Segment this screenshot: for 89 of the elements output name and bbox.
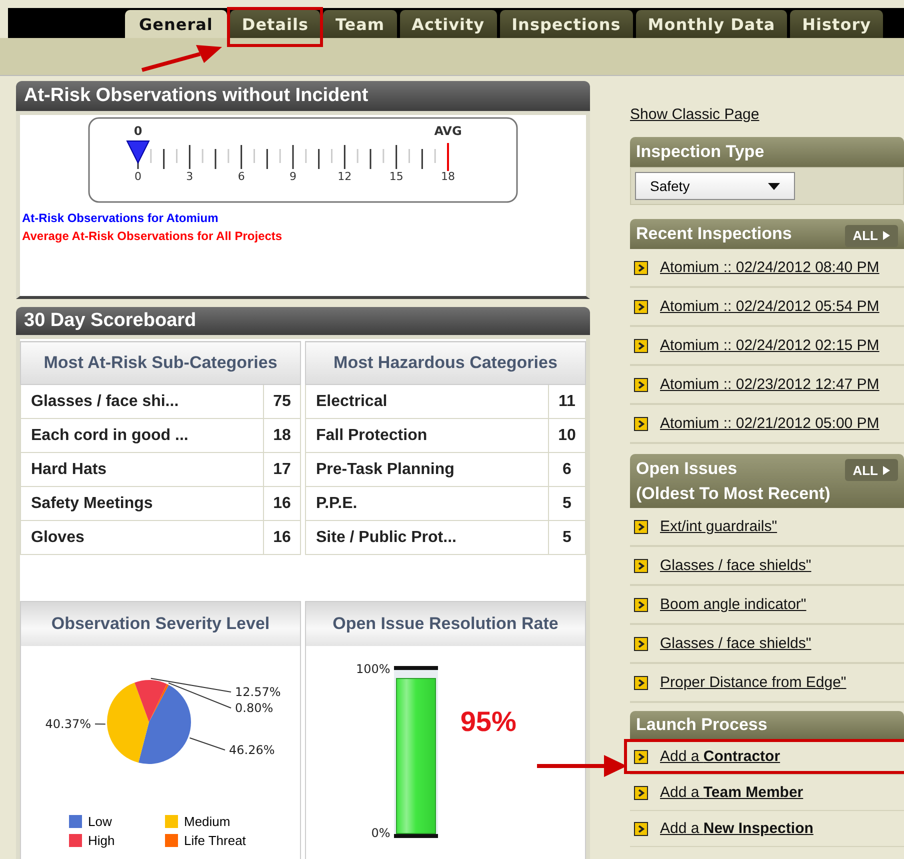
arrow-bullet-icon bbox=[634, 822, 648, 836]
scale-label: 0% bbox=[371, 826, 390, 840]
arrow-bullet-icon bbox=[634, 378, 648, 392]
table-cell: Gloves bbox=[20, 520, 264, 554]
table-cell: 5 bbox=[548, 486, 586, 520]
table-cell: Site / Public Prot... bbox=[306, 520, 548, 554]
tab[interactable]: General bbox=[125, 10, 227, 38]
caret-icon bbox=[768, 182, 780, 190]
launch-link[interactable]: Add a Team Member bbox=[660, 784, 804, 801]
table-cell: Safety Meetings bbox=[20, 486, 264, 520]
all-button[interactable]: ALL bbox=[844, 459, 898, 481]
table-cell: Glasses / face shi... bbox=[20, 384, 264, 418]
tab[interactable]: Activity bbox=[400, 10, 497, 38]
table-cell: 16 bbox=[264, 486, 300, 520]
launch-link[interactable]: Add a New Inspection bbox=[660, 820, 814, 837]
arrow-bullet-icon bbox=[634, 338, 648, 352]
inspection-link[interactable]: Atomium :: 02/21/2012 05:00 PM bbox=[660, 415, 880, 432]
section-subheader: (Oldest To Most Recent) bbox=[636, 483, 830, 505]
legend-label: High bbox=[88, 833, 115, 848]
arrow-bullet-icon bbox=[634, 416, 648, 430]
table-header: Most At-Risk Sub-Categories bbox=[20, 342, 300, 384]
table-header: Most Hazardous Categories bbox=[306, 342, 586, 384]
arrow-bullet-icon bbox=[634, 750, 648, 764]
play-icon bbox=[883, 231, 890, 240]
table-cell: 16 bbox=[264, 520, 300, 554]
section-header: Open Issues bbox=[636, 458, 738, 480]
table-cell: 17 bbox=[264, 452, 300, 486]
gauge-meter: 0 3 6 9 12 15 18 0 AVG bbox=[88, 117, 518, 203]
table-cell: 11 bbox=[548, 384, 586, 418]
tab[interactable]: History bbox=[790, 10, 884, 38]
legend-label: Low bbox=[88, 814, 112, 829]
scale-label: 100% bbox=[356, 662, 390, 676]
legend-label: Medium bbox=[184, 814, 230, 829]
table-cell: Each cord in good ... bbox=[20, 418, 264, 452]
issue-link[interactable]: Boom angle indicator" bbox=[660, 596, 806, 613]
arrow-bullet-icon bbox=[634, 520, 648, 534]
panel-header: At-Risk Observations without Incident bbox=[16, 81, 590, 111]
table-cell: Pre-Task Planning bbox=[306, 452, 548, 486]
legend-text: Average At-Risk Observations for All Projects bbox=[22, 228, 282, 245]
legend-text: At-Risk Observations for Atomium bbox=[22, 210, 218, 227]
tab[interactable]: Inspections bbox=[500, 10, 633, 38]
table-cell: 10 bbox=[548, 418, 586, 452]
table-cell: 6 bbox=[548, 452, 586, 486]
inspection-link[interactable]: Atomium :: 02/24/2012 05:54 PM bbox=[660, 298, 880, 315]
panel-header: 30 Day Scoreboard bbox=[16, 307, 590, 335]
data-label: 40.37% bbox=[45, 717, 91, 731]
section-header: Inspection Type bbox=[630, 137, 904, 167]
classic-page-link[interactable]: Show Classic Page bbox=[630, 106, 760, 123]
arrow-bullet-icon bbox=[634, 636, 648, 650]
launch-link[interactable]: Add a Contractor bbox=[660, 748, 780, 765]
section-header: Recent Inspections bbox=[636, 223, 792, 245]
inspection-link[interactable]: Atomium :: 02/23/2012 12:47 PM bbox=[660, 376, 880, 393]
table-cell: 18 bbox=[264, 418, 300, 452]
issue-link[interactable]: Glasses / face shields" bbox=[660, 557, 812, 574]
table-cell: P.P.E. bbox=[306, 486, 548, 520]
tab[interactable]: Team bbox=[323, 10, 397, 38]
marker-icon bbox=[126, 140, 150, 164]
inspection-link[interactable]: Atomium :: 02/24/2012 08:40 PM bbox=[660, 259, 880, 276]
leader-line bbox=[94, 724, 106, 725]
data-label: 0.80% bbox=[235, 701, 274, 715]
rate-value: 95% bbox=[460, 706, 516, 738]
data-label: 46.26% bbox=[229, 743, 275, 757]
tab[interactable]: Details bbox=[230, 10, 320, 38]
arrow-bullet-icon bbox=[634, 676, 648, 690]
legend-label: Life Threat bbox=[184, 833, 246, 848]
issue-link[interactable]: Proper Distance from Edge" bbox=[660, 674, 846, 691]
table-cell: Fall Protection bbox=[306, 418, 548, 452]
average-marker bbox=[447, 143, 449, 171]
inspection-type-select[interactable]: Safety bbox=[635, 172, 795, 200]
table-cell: 5 bbox=[548, 520, 586, 554]
table-cell: Hard Hats bbox=[20, 452, 264, 486]
leader-line bbox=[189, 737, 226, 750]
table-cell: Electrical bbox=[306, 384, 548, 418]
arrow-bullet-icon bbox=[634, 300, 648, 314]
inspection-link[interactable]: Atomium :: 02/24/2012 02:15 PM bbox=[660, 337, 880, 354]
arrow-bullet-icon bbox=[634, 598, 648, 612]
tab[interactable]: Monthly Data bbox=[636, 10, 788, 38]
issue-link[interactable]: Glasses / face shields" bbox=[660, 635, 812, 652]
issue-link[interactable]: Ext/int guardrails" bbox=[660, 518, 778, 535]
section-header: Launch Process bbox=[630, 711, 904, 739]
arrow-bullet-icon bbox=[634, 260, 648, 274]
table-cell: 75 bbox=[264, 384, 300, 418]
arrow-bullet-icon bbox=[634, 786, 648, 800]
play-icon bbox=[883, 466, 890, 474]
chart-title: Observation Severity Level bbox=[21, 602, 300, 646]
chart-title: Open Issue Resolution Rate bbox=[306, 602, 585, 646]
data-label: 12.57% bbox=[235, 685, 281, 699]
arrow-bullet-icon bbox=[634, 558, 648, 572]
all-button[interactable]: ALL bbox=[844, 224, 898, 246]
